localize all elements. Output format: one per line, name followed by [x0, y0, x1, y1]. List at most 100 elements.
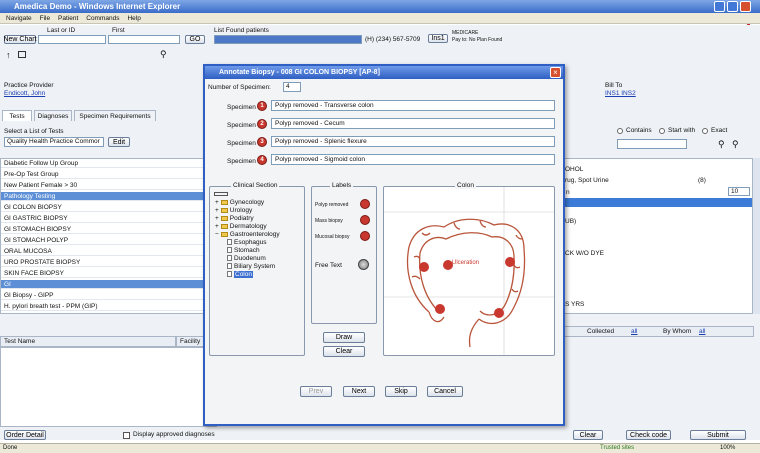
list-item[interactable]: Pre-Op Test Group — [1, 170, 218, 179]
start-with-label: Start with — [668, 127, 696, 134]
label-item-mucosal[interactable]: Mucosal biopsy — [315, 234, 349, 240]
draw-button[interactable]: Draw — [323, 332, 365, 343]
result-row[interactable]: n — [565, 188, 752, 197]
list-item-selected[interactable]: GI — [1, 280, 218, 289]
test-name-column-header[interactable]: Test Name — [0, 336, 176, 347]
skip-button[interactable]: Skip — [385, 386, 417, 397]
provider-name-link[interactable]: Endicott, John — [4, 90, 45, 97]
list-item[interactable]: SKIN FACE BIOPSY — [1, 269, 218, 278]
results-scrollbar[interactable] — [752, 158, 760, 314]
display-approved-checkbox[interactable] — [123, 432, 130, 439]
tree-item-urology[interactable]: + Urology — [215, 207, 252, 214]
mucosal-marker-icon[interactable] — [360, 231, 370, 241]
tree-item-colon-selected[interactable]: Colon — [227, 271, 253, 278]
tree-item-stomach[interactable]: Stomach — [227, 247, 260, 254]
arrow-icon[interactable]: ↑ — [6, 50, 11, 60]
list-item[interactable]: URO PROSTATE BIOPSY — [1, 258, 218, 267]
found-patients-select[interactable] — [214, 35, 362, 44]
tree-item-dermatology[interactable]: + Dermatology — [215, 223, 267, 230]
label-item-mass[interactable]: Mass biopsy — [315, 218, 343, 224]
tree-item-gynecology[interactable]: + Gynecology — [215, 199, 264, 206]
order-detail-button[interactable]: Order Detail — [4, 430, 46, 440]
list-item[interactable]: GI STOMACH BIOPSY — [1, 225, 218, 234]
dialog-close-button[interactable]: × — [550, 67, 561, 78]
collected-all-link[interactable]: all — [631, 327, 638, 336]
menu-patient[interactable]: Patient — [58, 13, 78, 24]
ulceration-annotation[interactable]: Ulceration — [452, 260, 479, 266]
mass-marker-icon[interactable] — [360, 215, 370, 225]
label-item-polyp[interactable]: Polyp removed — [315, 202, 348, 208]
tree-item-gastroenterology[interactable]: − Gastroenterology — [215, 231, 280, 238]
menu-navigate[interactable]: Navigate — [6, 13, 32, 24]
list-item[interactable]: H. pylori breath test - PPM (GIP) — [1, 302, 218, 311]
menu-file[interactable]: File — [40, 13, 50, 24]
clear-drawing-button[interactable]: Clear — [323, 346, 365, 357]
ins1-button[interactable]: Ins1 — [428, 34, 448, 43]
window-title: Amedica Demo - Windows Internet Explorer — [14, 2, 181, 11]
tab-tests[interactable]: Tests — [2, 110, 32, 121]
test-list-select[interactable]: Quality Health Practice Commor — [4, 137, 104, 147]
tree-item-esophagus[interactable]: Esophagus — [227, 239, 267, 246]
prev-button[interactable]: Prev — [300, 386, 332, 397]
list-item-selected[interactable]: Pathology Testing — [1, 192, 218, 201]
polyp-marker-icon[interactable] — [360, 199, 370, 209]
tab-specimen-requirements[interactable]: Specimen Requirements — [74, 110, 156, 121]
specimen-input[interactable]: Polyp removed - Splenic flexure — [271, 136, 555, 147]
tree-item-biliary-system[interactable]: Biliary System — [227, 263, 275, 270]
search-icon[interactable]: ⚲ — [718, 139, 725, 150]
search-input[interactable] — [617, 139, 687, 149]
start-with-radio[interactable] — [659, 128, 665, 134]
check-code-button[interactable]: Check code — [626, 430, 671, 440]
list-item[interactable]: GI GASTRIC BIOPSY — [1, 214, 218, 223]
minimize-button[interactable] — [714, 1, 725, 12]
contains-radio[interactable] — [617, 128, 623, 134]
exact-radio[interactable] — [702, 128, 708, 134]
list-item[interactable]: ORAL MUCOSA — [1, 247, 218, 256]
tree-item-duodenum[interactable]: Duodenum — [227, 255, 266, 262]
by-whom-all-link[interactable]: all — [699, 327, 706, 336]
result-row[interactable]: OHOL — [565, 166, 583, 173]
number-of-specimen-input[interactable]: 4 — [283, 82, 301, 92]
specimen-input[interactable]: Polyp removed - Sigmoid colon — [271, 154, 555, 165]
last-name-input[interactable] — [38, 35, 106, 44]
collected-column[interactable]: Collected — [587, 327, 614, 336]
result-row[interactable]: CK W/O DYE — [565, 250, 604, 257]
result-row[interactable]: UB) — [565, 218, 576, 225]
edit-button[interactable]: Edit — [108, 137, 130, 147]
go-button[interactable]: GO — [185, 35, 205, 44]
bill-ins-link[interactable]: INS1 INS2 — [605, 90, 636, 97]
window-icon[interactable] — [18, 51, 26, 58]
menu-commands[interactable]: Commands — [86, 13, 119, 24]
new-chart-button[interactable]: New Chart — [3, 35, 37, 44]
quantity-dropdown[interactable]: 10 — [728, 187, 750, 196]
close-button[interactable] — [740, 1, 751, 12]
list-item[interactable]: Diabetic Follow Up Group — [1, 159, 218, 168]
first-name-input[interactable] — [108, 35, 180, 44]
cancel-button[interactable]: Cancel — [427, 386, 463, 397]
colon-canvas[interactable]: Ulceration — [383, 186, 555, 356]
list-item[interactable]: GI Biopsy - GIPP — [1, 291, 218, 300]
list-item[interactable]: New Patient Female > 30 — [1, 181, 218, 190]
free-text-tool-icon[interactable] — [358, 259, 369, 270]
maximize-button[interactable] — [727, 1, 738, 12]
next-button[interactable]: Next — [343, 386, 375, 397]
specimen-label: Specimen — [227, 158, 256, 165]
list-item[interactable]: GI STOMACH POLYP — [1, 236, 218, 245]
submit-button[interactable]: Submit — [690, 430, 746, 440]
binoculars-icon[interactable]: ⚲ — [160, 49, 167, 60]
result-row-selected[interactable] — [565, 198, 752, 207]
clear-button[interactable]: Clear — [573, 430, 603, 440]
specimen-input[interactable]: Polyp removed - Transverse colon — [271, 100, 555, 111]
tree-item-podiatry[interactable]: + Podiatry — [215, 215, 254, 222]
specimen-input[interactable]: Polyp removed - Cecum — [271, 118, 555, 129]
tab-diagnoses[interactable]: Diagnoses — [34, 110, 72, 121]
result-row[interactable]: S YRS — [565, 301, 584, 308]
zoom-level[interactable]: 100% — [720, 445, 735, 451]
list-item[interactable]: GI COLON BIOPSY — [1, 203, 218, 212]
by-whom-column[interactable]: By Whom — [663, 327, 691, 336]
document-icon — [227, 247, 232, 254]
result-count: (8) — [698, 177, 706, 184]
search-all-icon[interactable]: ⚲ — [732, 139, 739, 150]
result-row[interactable]: rug, Spot Urine — [565, 177, 609, 184]
menu-help[interactable]: Help — [127, 13, 140, 24]
